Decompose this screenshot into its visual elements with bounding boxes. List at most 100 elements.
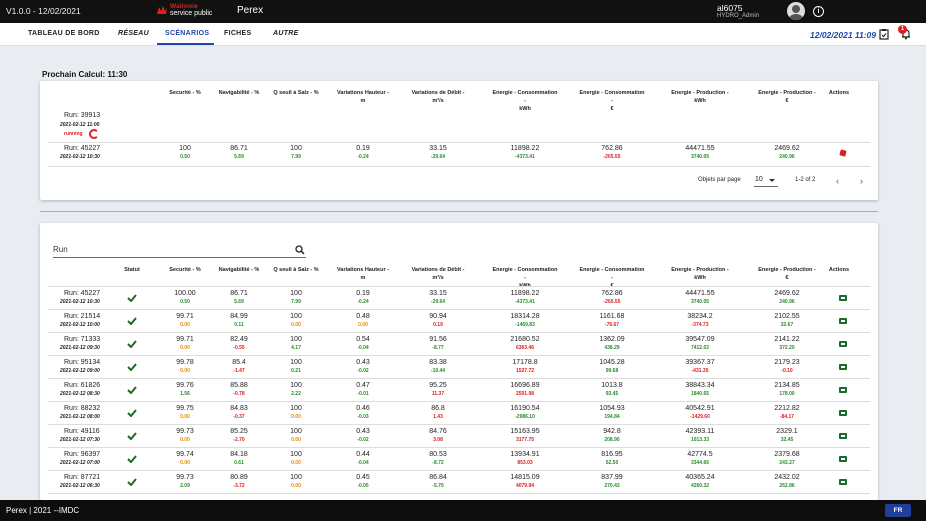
export-action-icon[interactable]: [839, 479, 847, 485]
run-name: Run: 39913: [64, 112, 101, 119]
metric-cell: 42393.11 1013.33: [685, 428, 715, 443]
notification-badge: 1: [898, 25, 907, 34]
clipboard-check-icon[interactable]: [878, 28, 890, 40]
chevron-left-icon[interactable]: ‹: [836, 176, 839, 186]
column-header: Energie - Production - kWh: [671, 267, 729, 281]
chevron-down-icon: [769, 179, 775, 182]
tab-scenarios[interactable]: SCÉNARIOS: [165, 30, 209, 37]
run-date: 2021-02-12 07:00: [60, 460, 100, 466]
metric-cell: 0.45 -0.05: [356, 474, 370, 489]
metric-cell: 91.56 -8.77: [429, 336, 447, 351]
status-check-icon: [127, 455, 137, 463]
run-name: Run: 88232: [64, 405, 101, 412]
metric-cell: 2469.62 240.96: [774, 290, 800, 305]
tab-tableau-de-bord[interactable]: TABLEAU DE BORD: [28, 30, 100, 37]
section-divider: [40, 211, 878, 212]
row-divider: [48, 332, 870, 333]
wallonie-rooster-icon: [157, 6, 167, 14]
app-name: Perex: [237, 5, 264, 16]
metric-cell: 1054.93 194.84: [599, 405, 625, 420]
metric-cell: 2379.68 243.27: [774, 451, 800, 466]
run-date: 2021-02-12 08:30: [60, 391, 100, 397]
run-name: Run: 21514: [64, 313, 101, 320]
tab-reseau[interactable]: RÉSEAU: [118, 30, 149, 37]
status-check-icon: [127, 386, 137, 394]
metric-cell: 100 0.00: [290, 474, 302, 489]
export-action-icon[interactable]: [839, 456, 847, 462]
metric-cell: 100 4.17: [290, 336, 302, 351]
run-name: Run: 49116: [64, 428, 100, 435]
row-divider: [48, 447, 870, 448]
metric-cell: 762.86 -265.55: [601, 290, 623, 305]
run-name: Run: 45227: [64, 145, 101, 152]
metric-cell: 17178.8 1527.72: [512, 359, 538, 374]
metric-cell: 100 0.00: [290, 451, 302, 466]
run-date: 2021-02-12 06:30: [60, 483, 100, 489]
column-header: Variations de Débit - m³/s: [411, 267, 465, 281]
export-action-icon[interactable]: [839, 433, 847, 439]
export-action-icon[interactable]: [839, 341, 847, 347]
search-input[interactable]: Run: [53, 245, 68, 254]
row-divider: [48, 355, 870, 356]
metric-cell: 86.84 -5.70: [429, 474, 447, 489]
run-name: Run: 95134: [64, 359, 101, 366]
column-header: Energie - Production - €: [758, 267, 816, 281]
metric-cell: 100 2.22: [290, 382, 302, 397]
export-action-icon[interactable]: [839, 387, 847, 393]
page-title: Prochain Calcul: 11:30: [42, 70, 128, 79]
metric-cell: 1013.8 93.45: [601, 382, 623, 397]
metric-cell: 2329.1 32.45: [776, 428, 798, 443]
run-date: 2021-02-12 10:00: [60, 322, 100, 328]
main-nav: TABLEAU DE BORD RÉSEAU SCÉNARIOS FICHES …: [0, 23, 926, 46]
status-check-icon: [127, 340, 137, 348]
language-button[interactable]: FR: [885, 504, 911, 517]
metric-cell: 100 0.00: [290, 405, 302, 420]
column-header: Energie - Consommation -€: [579, 90, 645, 112]
run-date: 2021-02-12 10:30: [60, 154, 100, 160]
metric-cell: 2134.85 178.00: [774, 382, 800, 397]
user-avatar[interactable]: [787, 2, 805, 20]
metric-cell: 39367.37 -431.35: [685, 359, 715, 374]
export-action-icon[interactable]: [839, 318, 847, 324]
metric-cell: 0.47 -0.01: [356, 382, 370, 397]
status-check-icon: [127, 478, 137, 486]
export-action-icon[interactable]: [839, 410, 847, 416]
metric-cell: 86.8 1.43: [431, 405, 445, 420]
metric-cell: 1362.09 438.29: [599, 336, 625, 351]
row-divider: [48, 309, 870, 310]
metric-cell: 11898.22 -4373.41: [510, 145, 540, 160]
run-date: 2021-02-12 07:30: [60, 437, 100, 443]
tab-autre[interactable]: AUTRE: [273, 30, 299, 37]
metric-cell: 84.76 3.08: [429, 428, 447, 443]
top-bar: V1.0.0 - 12/02/2021 Wallonie service pub…: [0, 0, 926, 23]
column-header: Variations de Débit - m³/s: [411, 90, 465, 104]
metric-cell: 2432.02 262.86: [774, 474, 800, 489]
metric-cell: 0.54 -0.04: [356, 336, 370, 351]
run-date: 2021-02-12 08:00: [60, 414, 100, 420]
metric-cell: 2141.22 372.20: [774, 336, 800, 351]
search-underline: [53, 257, 306, 258]
metric-cell: 2179.23 -0.10: [774, 359, 800, 374]
wallonie-logo[interactable]: Wallonie service public: [156, 3, 222, 20]
chevron-right-icon[interactable]: ›: [860, 176, 863, 186]
metric-cell: 2212.82 -84.17: [774, 405, 800, 420]
actions-header: Actions: [828, 90, 850, 96]
user-role: HYDRO_Admin: [717, 13, 760, 19]
pager-label: Objets par page: [698, 177, 741, 183]
metric-cell: 0.19 -0.24: [356, 290, 370, 305]
metric-cell: 2469.62 240.96: [774, 145, 800, 160]
metric-cell: 100 0.21: [290, 359, 302, 374]
tab-fiches[interactable]: FICHES: [224, 30, 251, 37]
metric-cell: 100 0.00: [290, 313, 302, 328]
search-icon[interactable]: [295, 245, 305, 255]
metric-cell: 1161.68 -76.67: [599, 313, 625, 328]
select-underline: [754, 186, 778, 187]
info-icon[interactable]: i: [813, 6, 824, 17]
row-divider: [48, 142, 870, 143]
export-action-icon[interactable]: [839, 364, 847, 370]
export-action-icon[interactable]: [839, 295, 847, 301]
metric-cell: 21680.52 6363.46: [510, 336, 540, 351]
metric-cell: 0.44 -0.04: [356, 451, 370, 466]
status-check-icon: [127, 409, 137, 417]
metric-cell: 1045.28 99.68: [599, 359, 625, 374]
